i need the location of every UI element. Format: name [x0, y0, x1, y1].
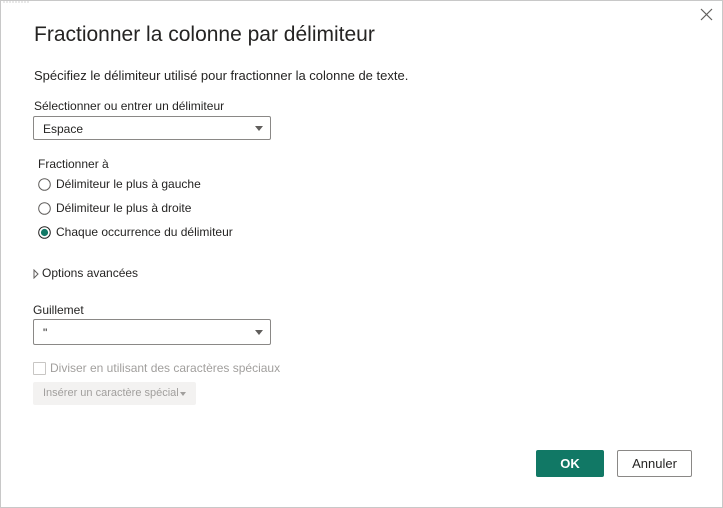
radio-unselected-icon — [38, 178, 51, 191]
special-chars-checkbox — [33, 362, 46, 375]
radio-label: Délimiteur le plus à gauche — [56, 177, 201, 191]
ok-button[interactable]: OK — [536, 450, 604, 477]
radio-unselected-icon — [38, 202, 51, 215]
quote-select-value: " — [43, 326, 48, 340]
insert-special-char-button: Insérer un caractère spécial — [33, 382, 196, 405]
delimiter-select[interactable]: Espace — [33, 116, 271, 140]
radio-label: Délimiteur le plus à droite — [56, 201, 192, 215]
radio-selected-icon — [38, 226, 51, 239]
delimiter-select-value: Espace — [43, 122, 84, 136]
chevron-down-icon — [255, 330, 263, 335]
chevron-down-icon — [180, 392, 186, 396]
close-button[interactable] — [697, 5, 717, 25]
split-at-label: Fractionner à — [38, 157, 109, 171]
cancel-button[interactable]: Annuler — [617, 450, 692, 477]
radio-label: Chaque occurrence du délimiteur — [56, 225, 233, 239]
quote-select[interactable]: " — [33, 319, 271, 345]
dialog-description: Spécifiez le délimiteur utilisé pour fra… — [34, 68, 409, 83]
split-column-dialog: Fractionner la colonne par délimiteur Sp… — [0, 0, 723, 508]
window-edge-mark — [3, 1, 29, 3]
advanced-options-label: Options avancées — [42, 266, 139, 280]
quote-label: Guillemet — [33, 303, 84, 317]
close-icon — [700, 8, 713, 21]
chevron-right-icon — [33, 269, 39, 279]
delimiter-label: Sélectionner ou entrer un délimiteur — [34, 99, 225, 113]
insert-special-char-label: Insérer un caractère spécial — [43, 387, 179, 399]
special-chars-checkbox-label: Diviser en utilisant des caractères spéc… — [50, 361, 281, 375]
dialog-title: Fractionner la colonne par délimiteur — [34, 23, 375, 46]
chevron-down-icon — [255, 126, 263, 131]
